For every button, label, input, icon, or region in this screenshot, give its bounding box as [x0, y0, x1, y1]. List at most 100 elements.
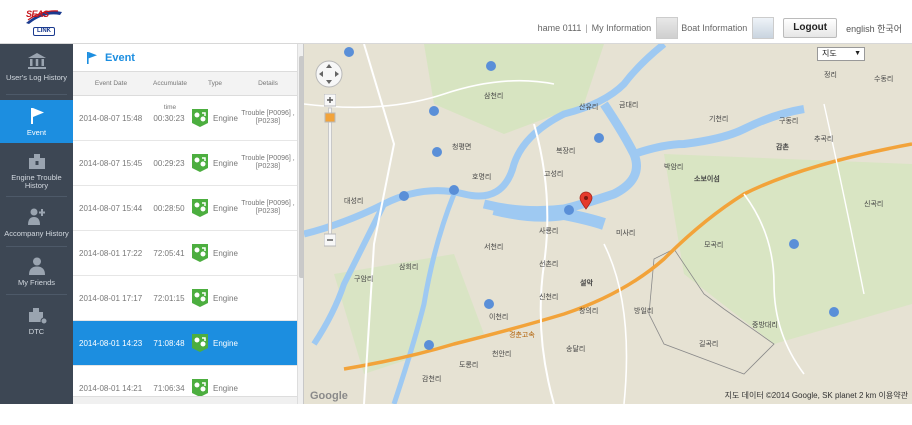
- map-label: 서천리: [484, 244, 504, 251]
- horizontal-scrollbar[interactable]: [73, 396, 297, 404]
- username: hame 0111: [537, 23, 582, 33]
- map-label: 사룡리: [539, 228, 559, 235]
- table-row[interactable]: 2014-08-07 15:48 00:30:23 Engine Trouble…: [73, 96, 297, 141]
- column-header-event-date[interactable]: Event Date: [73, 72, 149, 96]
- nav-item-dtc[interactable]: DTC: [0, 298, 73, 342]
- table-row[interactable]: 2014-08-07 15:45 00:29:23 Engine Trouble…: [73, 141, 297, 186]
- event-details: [239, 321, 297, 365]
- seas-link-logo[interactable]: SEAS LINK: [24, 6, 64, 38]
- map-label: 청평면: [452, 144, 472, 151]
- nav-label: Accompany History: [4, 228, 69, 238]
- logo-subtext: LINK: [33, 27, 55, 36]
- map-attribution[interactable]: 지도 데이터 ©2014 Google, SK planet 2 km 이용약관: [725, 390, 908, 401]
- map-label: 모곡리: [704, 242, 724, 249]
- vertical-scrollbar[interactable]: [297, 44, 303, 404]
- zoom-slider[interactable]: [324, 94, 336, 254]
- event-type: Engine: [191, 186, 239, 230]
- nav-item-accompany-history[interactable]: Accompany History: [0, 200, 73, 244]
- map-label: 이천리: [489, 314, 509, 321]
- engine-icon: [192, 109, 208, 127]
- person-icon: [28, 257, 45, 275]
- chevron-down-icon: ▼: [854, 50, 861, 57]
- boat-information-link[interactable]: Boat Information: [681, 23, 747, 33]
- engine-icon: [192, 289, 208, 307]
- map-label: 삼천리: [484, 93, 504, 100]
- nav-item-my-friends[interactable]: My Friends: [0, 249, 73, 293]
- engine-trouble-icon: [28, 153, 45, 169]
- nav-label: User's Log History: [5, 72, 68, 82]
- map-type-value: 지도: [822, 49, 837, 58]
- map-label: 경춘고속: [509, 332, 535, 339]
- bottom-strip: [0, 404, 912, 425]
- accompany-icon: [27, 208, 45, 225]
- nav-item-engine-trouble-history[interactable]: Engine Trouble History: [0, 148, 73, 192]
- map-label: 구암리: [354, 276, 374, 283]
- event-list: 2014-08-07 15:48 00:30:23 Engine Trouble…: [73, 96, 297, 404]
- table-row[interactable]: 2014-08-07 15:44 00:28:50 Engine Trouble…: [73, 186, 297, 231]
- map-label: 선촌리: [539, 261, 559, 268]
- language-switch[interactable]: english 한국어: [846, 22, 902, 35]
- flag-icon: [87, 51, 97, 64]
- map-label: 기천리: [709, 116, 729, 123]
- accumulate-time: 72:01:15: [153, 293, 185, 303]
- table-row-selected[interactable]: 2014-08-01 14:23 71:08:48 Engine: [73, 321, 297, 366]
- table-row[interactable]: 2014-08-01 17:17 72:01:15 Engine: [73, 276, 297, 321]
- map-label: 신곡리: [864, 201, 884, 208]
- nav-item-user-log-history[interactable]: User's Log History: [0, 44, 73, 88]
- column-header-accumulate-time[interactable]: Accumulate time: [149, 72, 191, 111]
- map-canvas: [304, 44, 912, 404]
- map-label: 박암리: [664, 164, 684, 171]
- logout-button[interactable]: Logout: [783, 18, 838, 38]
- accumulate-time: 72:05:41: [153, 248, 185, 258]
- event-type: Engine: [191, 321, 239, 365]
- map-label: 천안리: [492, 351, 512, 358]
- boat-avatar[interactable]: [752, 17, 775, 39]
- top-bar: SEAS LINK hame 0111 | My Information Boa…: [0, 0, 912, 44]
- user-avatar[interactable]: [656, 17, 679, 39]
- nav-label: Engine Trouble History: [11, 172, 62, 190]
- flag-icon: [30, 108, 44, 124]
- map-label: 정리: [824, 72, 837, 79]
- type-label: Engine: [213, 203, 238, 213]
- engine-icon: [192, 154, 208, 172]
- map-label: 중방대리: [752, 322, 778, 329]
- event-date: 2014-08-01 17:22: [79, 248, 143, 258]
- map-view[interactable]: 삼천리 금대리 산유리 기천리 구동리 추곡리 수동리 정리 박암리 소보이섬 …: [304, 44, 912, 404]
- engine-icon: [192, 334, 208, 352]
- map-label: 수동리: [874, 76, 894, 83]
- accumulate-time: 71:08:48: [153, 338, 185, 348]
- event-details: Trouble [P0096] , [P0238]: [241, 110, 295, 125]
- event-details: Trouble [P0096] , [P0238]: [241, 200, 295, 215]
- my-information-link[interactable]: My Information: [592, 23, 652, 33]
- type-label: Engine: [213, 248, 238, 258]
- engine-icon: [192, 244, 208, 262]
- pan-control-icon[interactable]: [314, 59, 344, 89]
- map-label: 복장리: [556, 148, 576, 155]
- map-type-select[interactable]: 지도 ▼: [817, 47, 865, 61]
- map-label: 소보이섬: [694, 176, 720, 183]
- separator: |: [585, 23, 588, 33]
- map-label: 설악: [580, 280, 593, 287]
- nav-label: My Friends: [17, 277, 56, 287]
- table-header: Event Date Accumulate time Type Details: [73, 72, 297, 111]
- type-label: Engine: [213, 383, 238, 393]
- event-type: Engine: [191, 231, 239, 275]
- type-label: Engine: [213, 158, 238, 168]
- event-details: [239, 231, 297, 275]
- nav-item-event[interactable]: Event: [0, 100, 73, 143]
- map-label: 도롱리: [459, 362, 479, 369]
- nav-divider: [6, 294, 67, 295]
- panel-title: Event: [105, 51, 135, 64]
- event-type: Engine: [191, 96, 239, 140]
- accumulate-time: 00:30:23: [153, 113, 185, 123]
- map-label: 산유리: [579, 104, 599, 111]
- table-row[interactable]: 2014-08-01 17:22 72:05:41 Engine: [73, 231, 297, 276]
- column-header-type[interactable]: Type: [191, 72, 239, 96]
- event-date: 2014-08-01 17:17: [79, 293, 143, 303]
- map-label: 감촌: [776, 144, 789, 151]
- google-logo: Google: [310, 390, 348, 402]
- map-label: 송달리: [566, 346, 586, 353]
- event-date: 2014-08-07 15:44: [79, 203, 143, 213]
- nav-divider: [6, 246, 67, 247]
- column-header-details[interactable]: Details: [239, 72, 297, 96]
